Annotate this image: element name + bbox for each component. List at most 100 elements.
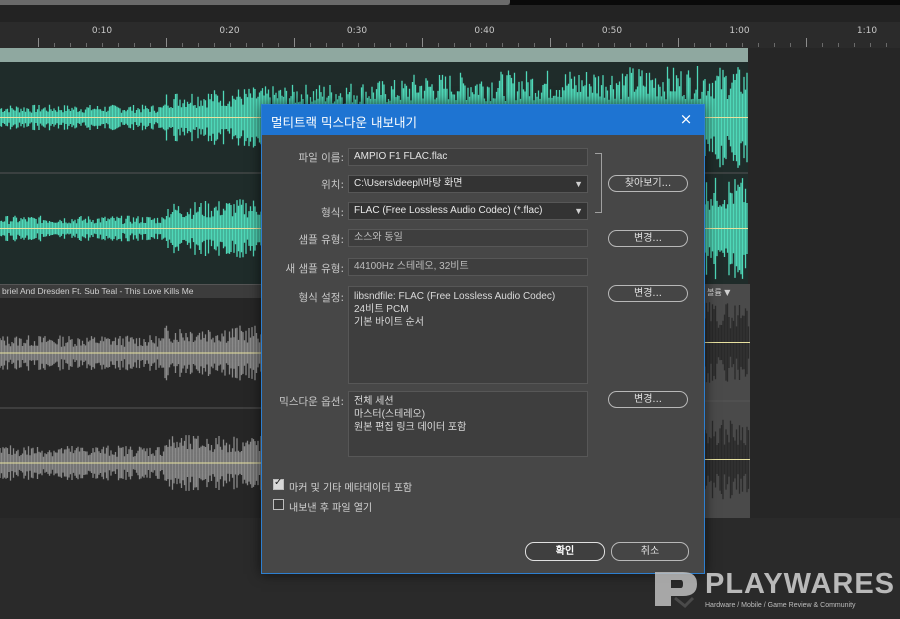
ruler-minor-tick [262,43,263,47]
file-name-input[interactable]: AMPIO F1 FLAC.flac [348,148,588,166]
ruler-minor-tick [854,43,855,47]
ruler-tick [38,38,39,47]
ruler-minor-tick [566,43,567,47]
watermark-tagline: Hardware / Mobile / Game Review & Commun… [705,602,856,609]
browse-button[interactable]: 찾아보기... [608,175,688,192]
mixdown-options-line: 마스터(스테레오) [354,409,426,420]
watermark: PLAYWARES Hardware / Mobile / Game Revie… [653,568,895,614]
ruler-minor-tick [870,43,871,47]
ruler-minor-tick [150,43,151,47]
ruler-tick [550,38,551,47]
ruler-minor-tick [518,43,519,47]
ruler-minor-tick [134,43,135,47]
ruler-minor-tick [438,43,439,47]
ruler-minor-tick [742,43,743,47]
ruler-minor-tick [470,43,471,47]
ruler-minor-tick [86,43,87,47]
ruler-minor-tick [694,43,695,47]
cancel-button[interactable]: 취소 [611,542,689,561]
ruler-minor-tick [406,43,407,47]
format-settings-label: 형식 설정: [298,292,344,304]
ruler-minor-tick [486,43,487,47]
ruler-time-label: 0:50 [601,26,623,36]
ruler-minor-tick [758,43,759,47]
ruler-minor-tick [886,43,887,47]
ruler-tick [294,38,295,47]
scrollbar-track [510,0,900,5]
ruler-minor-tick [790,43,791,47]
format-dropdown[interactable]: FLAC (Free Lossless Audio Codec) (*.flac… [348,202,588,220]
change-mixdown-options-button[interactable]: 변경... [608,391,688,408]
open-after-export-checkbox[interactable] [273,499,284,510]
ruler-minor-tick [646,43,647,47]
format-settings-box: libsndfile: FLAC (Free Lossless Audio Co… [348,286,588,384]
ruler-tick [806,38,807,47]
track2-tail-waveform [705,302,750,500]
ruler-time-label: 0:20 [219,26,240,36]
ruler-minor-tick [214,43,215,47]
chevron-down-icon: ▼ [574,179,583,189]
ruler-minor-tick [246,43,247,47]
track2-clip-title: briel And Dresden Ft. Sub Teal - This Lo… [2,286,194,296]
track2-volume-tag[interactable]: 볼륨 ▼ [707,287,730,298]
ruler-minor-tick [374,43,375,47]
open-after-export-label[interactable]: 내보낸 후 파일 열기 [289,499,372,514]
include-markers-checkbox[interactable] [273,477,284,490]
file-name-label: 파일 이름: [298,152,344,164]
ruler-minor-tick [502,43,503,47]
include-markers-label[interactable]: 마커 및 기타 메타데이터 포함 [289,479,412,494]
ok-button[interactable]: 확인 [525,542,605,561]
format-value: FLAC (Free Lossless Audio Codec) (*.flac… [354,205,543,216]
sample-type-label: 샘플 유형: [298,234,344,246]
format-settings-line: 24비트 PCM [354,304,409,315]
ruler-minor-tick [278,43,279,47]
ruler-minor-tick [198,43,199,47]
ruler-minor-tick [662,43,663,47]
ruler-minor-tick [310,43,311,47]
ruler-time-label: 0:30 [346,26,368,36]
ruler-minor-tick [582,43,583,47]
ruler-minor-tick [326,43,327,47]
ruler-minor-tick [838,43,839,47]
ruler-minor-tick [614,43,615,47]
timeline-ruler[interactable]: 0:10 0:20 0:30 0:40 0:50 1:00 1:10 [0,22,900,49]
top-scrollbar[interactable] [0,0,900,22]
change-sample-type-button[interactable]: 변경... [608,230,688,247]
ruler-minor-tick [102,43,103,47]
ruler-minor-tick [390,43,391,47]
watermark-brand: PLAYWARES [705,568,896,600]
ruler-minor-tick [710,43,711,47]
ruler-time-label: 1:10 [856,26,878,36]
track1-clip-header[interactable] [0,48,748,62]
scrollbar-thumb[interactable] [0,0,510,5]
chevron-down-icon: ▼ [574,206,583,216]
new-sample-type-field: 44100Hz 스테레오, 32비트 [348,258,588,276]
ruler-minor-tick [118,43,119,47]
mixdown-options-line: 원본 편집 링크 데이터 포함 [354,422,467,433]
ruler-minor-tick [182,43,183,47]
track-empty-area [748,48,900,518]
ruler-minor-tick [598,43,599,47]
format-settings-line: 기본 바이트 순서 [354,317,424,328]
new-sample-type-label: 새 샘플 유형: [285,263,344,275]
location-dropdown[interactable]: C:\Users\deepl\바탕 화면 ▼ [348,175,588,193]
mixdown-options-label: 믹스다운 옵션: [279,396,344,408]
dialog-title: 멀티트랙 믹스다운 내보내기 [271,115,417,130]
mixdown-options-box: 전체 세션 마스터(스테레오) 원본 편집 링크 데이터 포함 [348,391,588,457]
ruler-minor-tick [774,43,775,47]
ruler-minor-tick [342,43,343,47]
location-label: 위치: [321,179,344,191]
ruler-tick [422,38,423,47]
mixdown-options-line: 전체 세션 [354,396,394,407]
change-format-settings-button[interactable]: 변경... [608,285,688,302]
track2-clip-tail[interactable] [705,284,750,518]
dialog-titlebar[interactable]: 멀티트랙 믹스다운 내보내기 × [262,105,704,135]
format-settings-line: libsndfile: FLAC (Free Lossless Audio Co… [354,291,556,302]
ruler-time-label: 0:40 [474,26,495,36]
location-value: C:\Users\deepl\바탕 화면 [354,178,463,189]
close-icon[interactable]: × [676,109,696,129]
ruler-minor-tick [822,43,823,47]
ruler-minor-tick [54,43,55,47]
export-mixdown-dialog: 멀티트랙 믹스다운 내보내기 × 파일 이름: AMPIO F1 FLAC.fl… [261,104,705,574]
ruler-minor-tick [726,43,727,47]
